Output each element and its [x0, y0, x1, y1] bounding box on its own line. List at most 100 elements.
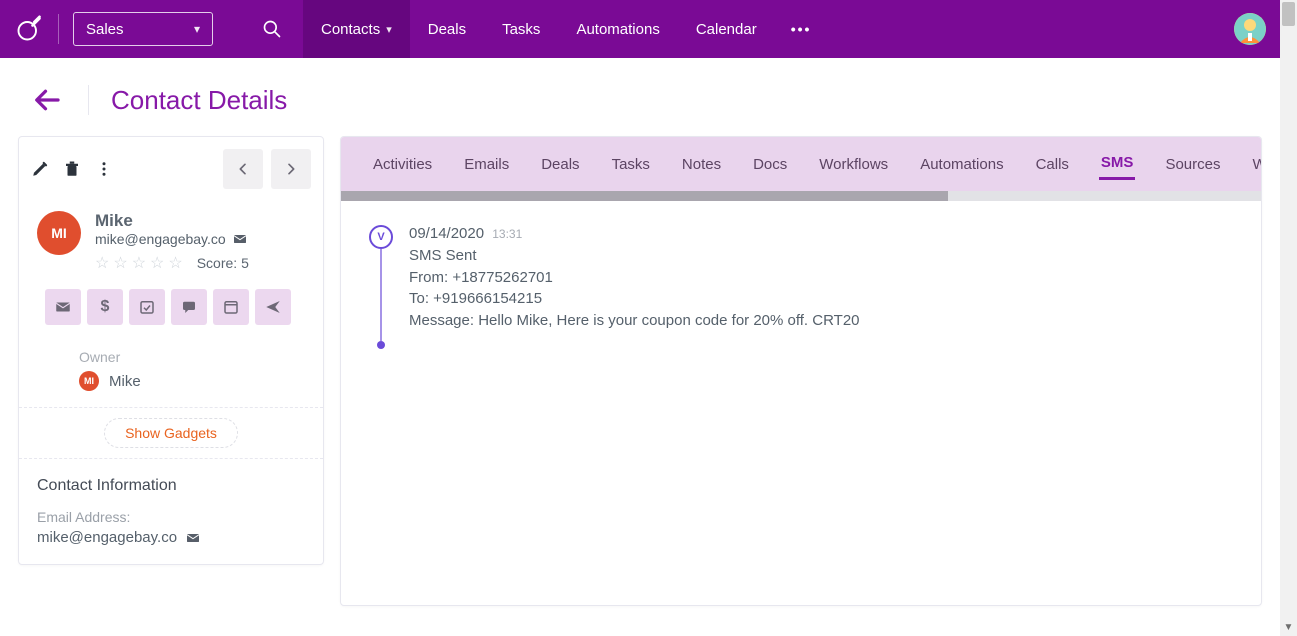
dollar-icon: $ [101, 298, 110, 316]
star-icon: ☆ [150, 253, 164, 273]
sms-timeline: V 09/14/2020 13:31 SMS Sent From: +18775… [341, 201, 1261, 354]
contact-score: Score: 5 [197, 255, 249, 271]
action-task[interactable] [129, 289, 165, 325]
detail-tabs: Activities Emails Deals Tasks Notes Docs… [341, 137, 1261, 191]
tab-sources[interactable]: Sources [1163, 150, 1222, 179]
tab-docs[interactable]: Docs [751, 150, 789, 179]
action-deal[interactable]: $ [87, 289, 123, 325]
nav-calendar-label: Calendar [696, 21, 757, 38]
chevron-right-icon [283, 161, 299, 177]
top-nav: Contacts ▾ Deals Tasks Automations Calen… [303, 0, 827, 58]
topbar: Sales ▾ Contacts ▾ Deals Tasks Automatio… [0, 0, 1280, 58]
back-button[interactable] [30, 82, 66, 118]
send-icon [264, 298, 282, 316]
contact-name: Mike [95, 211, 249, 231]
activity-panel: Activities Emails Deals Tasks Notes Docs… [340, 136, 1262, 606]
star-icon: ☆ [168, 253, 182, 273]
pencil-icon [31, 160, 49, 178]
tab-sms[interactable]: SMS [1099, 148, 1136, 180]
nav-tasks[interactable]: Tasks [484, 0, 558, 58]
contact-email: mike@engagebay.co [95, 231, 226, 247]
sms-from: From: +18775262701 [409, 267, 860, 289]
nav-deals-label: Deals [428, 21, 466, 38]
chat-icon [180, 298, 198, 316]
contact-summary-card: MI Mike mike@engagebay.co ☆ ☆ ☆ ☆ ☆ [18, 136, 324, 565]
action-note[interactable] [171, 289, 207, 325]
nav-tasks-label: Tasks [502, 21, 540, 38]
quick-actions: $ [19, 283, 323, 339]
tab-calls[interactable]: Calls [1034, 150, 1071, 179]
prev-contact-button[interactable] [223, 149, 263, 189]
timeline-item: V 09/14/2020 13:31 SMS Sent From: +18775… [369, 223, 1233, 332]
owner-value[interactable]: MI Mike [79, 371, 305, 391]
tab-tasks[interactable]: Tasks [610, 150, 652, 179]
search-icon [262, 19, 282, 39]
star-icon: ☆ [95, 253, 109, 273]
avatar-icon [1234, 13, 1266, 45]
mail-icon [232, 231, 248, 247]
nav-more[interactable]: ••• [775, 0, 828, 58]
window-scrollbar[interactable]: ▲ ▼ [1280, 0, 1297, 636]
owner-label: Owner [79, 349, 305, 365]
tabs-scrollbar[interactable] [341, 191, 1261, 201]
search-button[interactable] [255, 12, 289, 46]
scroll-down-arrow[interactable]: ▼ [1280, 619, 1297, 636]
sms-message: Message: Hello Mike, Here is your coupon… [409, 310, 860, 332]
next-contact-button[interactable] [271, 149, 311, 189]
nav-automations-label: Automations [576, 21, 659, 38]
module-selector-label: Sales [86, 21, 124, 38]
tab-workflows[interactable]: Workflows [817, 150, 890, 179]
tab-emails[interactable]: Emails [462, 150, 511, 179]
owner-avatar: MI [79, 371, 99, 391]
delete-button[interactable] [63, 160, 81, 178]
action-send[interactable] [255, 289, 291, 325]
chevron-down-icon: ▾ [386, 23, 392, 36]
edit-button[interactable] [31, 160, 49, 178]
nav-deals[interactable]: Deals [410, 0, 484, 58]
header-divider [88, 85, 89, 115]
chevron-left-icon [235, 161, 251, 177]
timeline-end-dot [377, 341, 385, 349]
page-title: Contact Details [111, 85, 287, 116]
trash-icon [63, 160, 81, 178]
tab-we[interactable]: We [1250, 150, 1261, 179]
topbar-divider [58, 14, 59, 44]
show-gadgets-button[interactable]: Show Gadgets [104, 418, 238, 448]
sms-time: 13:31 [492, 227, 522, 241]
app-logo[interactable] [14, 14, 44, 44]
nav-calendar[interactable]: Calendar [678, 0, 775, 58]
tab-automations[interactable]: Automations [918, 150, 1005, 179]
owner-name: Mike [109, 373, 141, 390]
action-email[interactable] [45, 289, 81, 325]
star-icon: ☆ [113, 253, 127, 273]
nav-automations[interactable]: Automations [558, 0, 677, 58]
contact-avatar: MI [37, 211, 81, 255]
user-avatar[interactable] [1234, 13, 1266, 45]
calendar-check-icon [138, 298, 156, 316]
content-layout: MI Mike mike@engagebay.co ☆ ☆ ☆ ☆ ☆ [0, 136, 1280, 630]
more-vertical-icon [95, 160, 113, 178]
tab-activities[interactable]: Activities [371, 150, 434, 179]
sms-status: SMS Sent [409, 245, 860, 267]
action-event[interactable] [213, 289, 249, 325]
page-header: Contact Details [0, 58, 1280, 136]
scroll-thumb[interactable] [1282, 2, 1295, 26]
email-field-label: Email Address: [37, 509, 305, 525]
nav-contacts[interactable]: Contacts ▾ [303, 0, 410, 58]
timeline-badge: V [369, 225, 393, 249]
sms-date: 09/14/2020 [409, 225, 484, 242]
tab-deals[interactable]: Deals [539, 150, 581, 179]
email-field-value: mike@engagebay.co [37, 529, 177, 546]
mail-icon [185, 530, 201, 546]
module-selector[interactable]: Sales ▾ [73, 12, 213, 46]
tab-notes[interactable]: Notes [680, 150, 723, 179]
arrow-left-icon [33, 85, 63, 115]
calendar-icon [222, 298, 240, 316]
more-icon: ••• [791, 21, 812, 37]
chevron-down-icon: ▾ [194, 22, 200, 36]
detail-tabs-container: Activities Emails Deals Tasks Notes Docs… [341, 137, 1261, 201]
rating-stars[interactable]: ☆ ☆ ☆ ☆ ☆ Score: 5 [95, 253, 249, 273]
mail-icon [54, 298, 72, 316]
nav-contacts-label: Contacts [321, 21, 380, 38]
more-actions-button[interactable] [95, 160, 113, 178]
